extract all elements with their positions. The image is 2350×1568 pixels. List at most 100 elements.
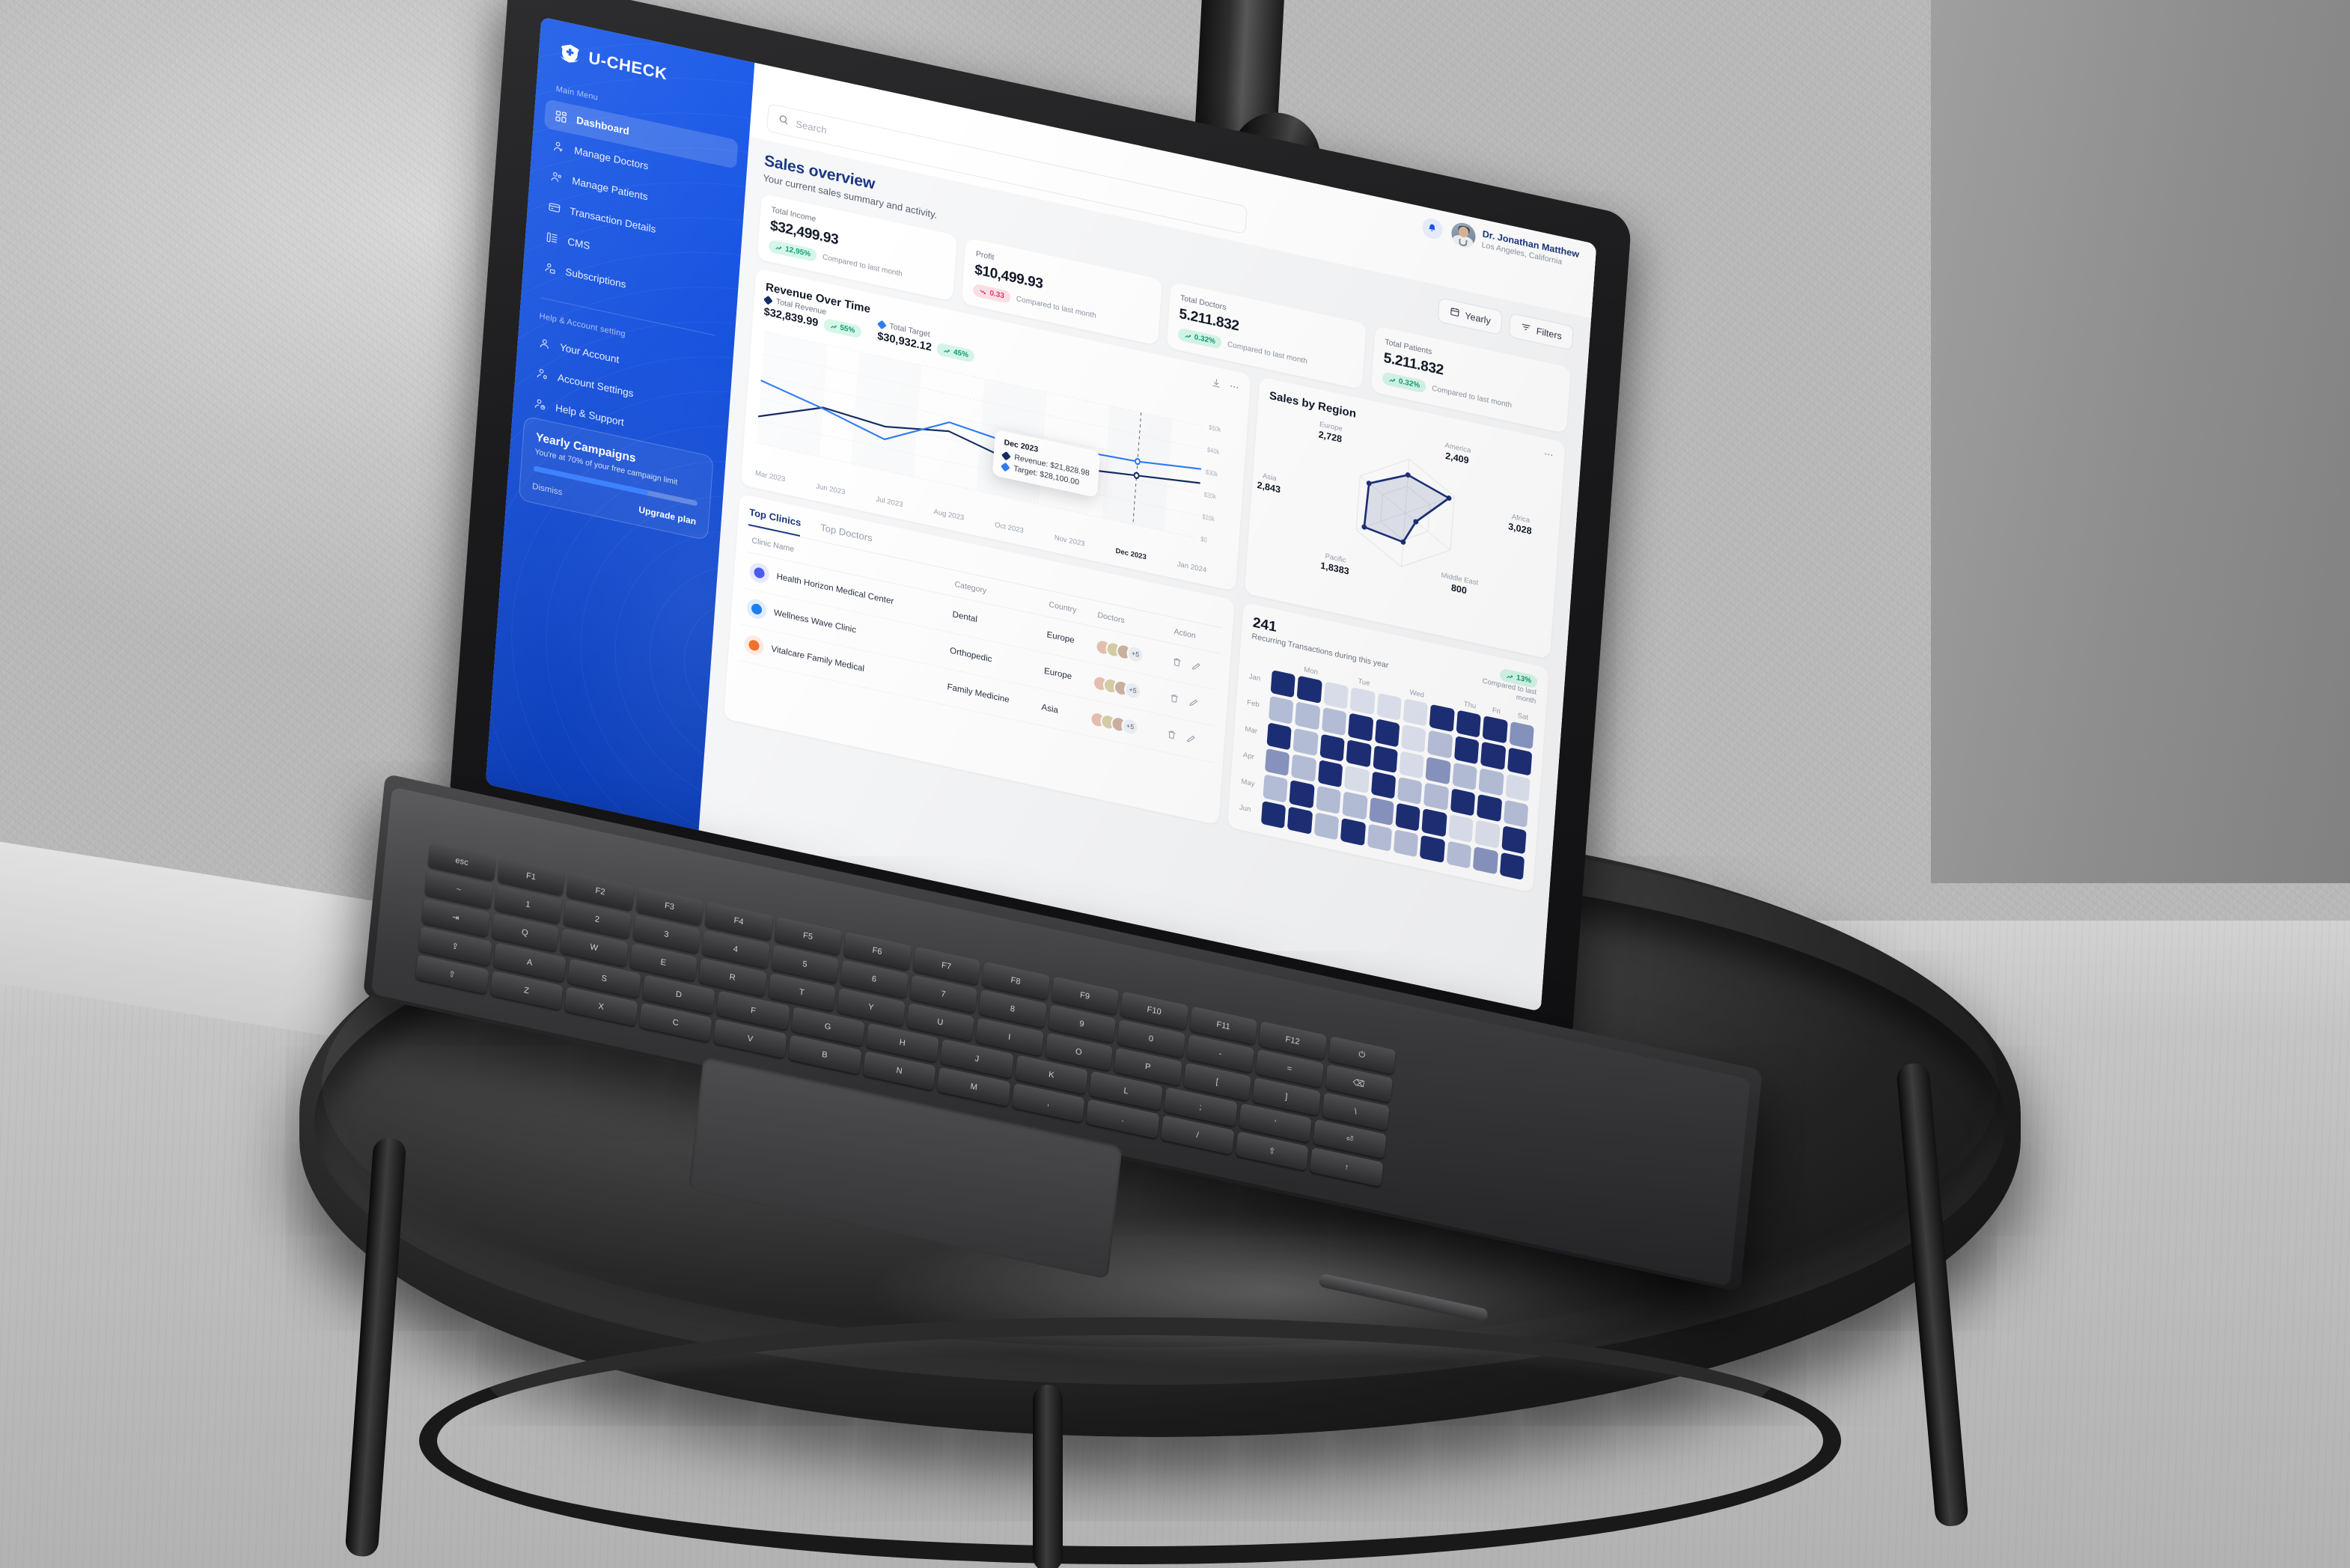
stat-delta: 12,95% xyxy=(784,245,811,259)
heatmap-cell xyxy=(1393,829,1419,858)
status-badge: 0.32% xyxy=(1382,371,1426,394)
heatmap-cell xyxy=(1263,774,1289,803)
heatmap-cell xyxy=(1340,817,1366,846)
doctor-avatar-stack: +5 xyxy=(1094,637,1164,668)
heatmap-cell xyxy=(1295,701,1321,730)
heatmap-cell xyxy=(1499,852,1525,881)
heatmap-col-label xyxy=(1379,686,1402,691)
heatmap-cell xyxy=(1477,793,1502,823)
heatmap-cell xyxy=(1321,707,1347,736)
list-icon xyxy=(546,231,559,245)
scene: U-CHECK Main Menu Dashboard Manage Docto… xyxy=(0,0,2350,1568)
heatmap-cell xyxy=(1319,733,1345,762)
heatmap-row-label: Jun xyxy=(1239,803,1251,814)
heatmap-row-label: Mar xyxy=(1245,724,1258,736)
heatmap-cell xyxy=(1452,762,1477,790)
trash-icon[interactable] xyxy=(1171,656,1182,671)
heatmap-cell xyxy=(1266,722,1292,751)
heatmap-cell xyxy=(1342,791,1368,820)
heatmap-cell xyxy=(1264,748,1290,777)
heatmap-cell xyxy=(1260,800,1287,829)
radar-axis-label: Asia 2,843 xyxy=(1257,471,1281,495)
clinic-logo-icon xyxy=(746,597,767,621)
heatmap-cell xyxy=(1368,797,1394,826)
heatmap-cell xyxy=(1323,681,1349,710)
heatmap-col-label: Thu xyxy=(1463,700,1477,711)
sidebar-item-label: Account Settings xyxy=(557,371,634,400)
bell-icon[interactable] xyxy=(1421,216,1444,241)
heatmap-cell xyxy=(1509,721,1534,750)
card-icon xyxy=(548,200,561,215)
heatmap-cell xyxy=(1403,698,1429,727)
grid-icon xyxy=(555,109,568,124)
heatmap-cell xyxy=(1292,727,1319,757)
user-group-icon xyxy=(550,170,564,185)
heatmap-delta: 13% xyxy=(1516,674,1532,686)
svg-text:$30k: $30k xyxy=(1205,468,1218,478)
pencil-icon[interactable] xyxy=(1188,696,1199,711)
trash-icon[interactable] xyxy=(1166,728,1177,743)
heatmap-cell xyxy=(1429,704,1455,733)
user-doctor-icon xyxy=(552,139,566,154)
heatmap-cell xyxy=(1473,846,1498,875)
heatmap-row-label: Feb xyxy=(1246,698,1260,710)
heatmap-cell xyxy=(1316,785,1341,814)
heatmap-col-label: Wed xyxy=(1409,688,1425,700)
trash-icon[interactable] xyxy=(1168,692,1179,707)
filters-button[interactable]: Filters xyxy=(1508,312,1575,351)
pencil-icon[interactable] xyxy=(1185,732,1197,747)
heatmap-cell xyxy=(1503,799,1529,829)
sidebar-item-label: Dashboard xyxy=(576,114,630,137)
heatmap-col-label: Sat xyxy=(1517,711,1529,722)
upgrade-plan-button[interactable]: Upgrade plan xyxy=(638,504,697,526)
heatmap-cell xyxy=(1425,756,1451,785)
heatmap-cell xyxy=(1480,741,1506,770)
heatmap-cell xyxy=(1367,823,1393,852)
svg-text:$0: $0 xyxy=(1200,534,1207,544)
heatmap-cell xyxy=(1291,754,1316,783)
svg-text:$50k: $50k xyxy=(1209,423,1222,433)
heatmap-cell xyxy=(1313,811,1340,841)
clinic-name: Wellness Wave Clinic xyxy=(773,608,857,635)
heatmap-cell xyxy=(1446,841,1472,869)
heatmap-cell xyxy=(1501,826,1527,855)
heatmap-cell xyxy=(1474,820,1501,849)
clinic-name: Vitalcare Family Medical xyxy=(771,644,865,674)
yearly-label: Yearly xyxy=(1464,310,1492,326)
shield-medical-icon xyxy=(558,40,582,67)
heatmap-col-label xyxy=(1273,662,1296,668)
dismiss-button[interactable]: Dismiss xyxy=(532,482,563,498)
heatmap-col-label: Fri xyxy=(1492,706,1501,716)
heatmap-cell xyxy=(1482,715,1508,744)
stat-delta: 0.32% xyxy=(1398,377,1420,391)
laptop-mockup: U-CHECK Main Menu Dashboard Manage Docto… xyxy=(0,0,2350,1568)
heatmap-cell xyxy=(1349,686,1376,716)
calendar-icon xyxy=(1449,305,1460,320)
more-horizontal-icon[interactable] xyxy=(1542,448,1554,463)
download-icon[interactable] xyxy=(1210,376,1221,391)
yearly-button[interactable]: Yearly xyxy=(1437,297,1503,336)
heatmap-row-label: Jan xyxy=(1248,672,1261,683)
heatmap-cell xyxy=(1296,675,1322,704)
heatmap-cell xyxy=(1344,765,1370,794)
sidebar-item-label: Subscriptions xyxy=(564,266,627,290)
heatmap-cell xyxy=(1373,745,1398,774)
heatmap-cell xyxy=(1270,669,1296,698)
pencil-icon[interactable] xyxy=(1191,659,1202,674)
clinic-logo-icon xyxy=(748,561,770,585)
more-horizontal-icon[interactable] xyxy=(1228,380,1239,395)
heatmap-cell xyxy=(1453,736,1480,764)
heatmap-row-label: Apr xyxy=(1242,751,1255,762)
heatmap-cell xyxy=(1505,773,1530,802)
radar-chart: America 2,409 Africa 3,028 Middle East 8… xyxy=(1257,406,1553,624)
sidebar-item-label: Manage Doctors xyxy=(573,144,649,172)
status-badge: 0.32% xyxy=(1177,327,1222,350)
sidebar-item-label: Manage Patients xyxy=(571,174,649,203)
heatmap-cell xyxy=(1478,767,1504,796)
heatmap-cell xyxy=(1421,808,1447,838)
svg-text:$40k: $40k xyxy=(1207,445,1221,456)
heatmap-col-label: Tue xyxy=(1358,677,1370,688)
legend-delta: 45% xyxy=(953,348,969,360)
legend-delta: 55% xyxy=(839,323,855,335)
laptop-hinge-notch xyxy=(1317,1272,1489,1323)
